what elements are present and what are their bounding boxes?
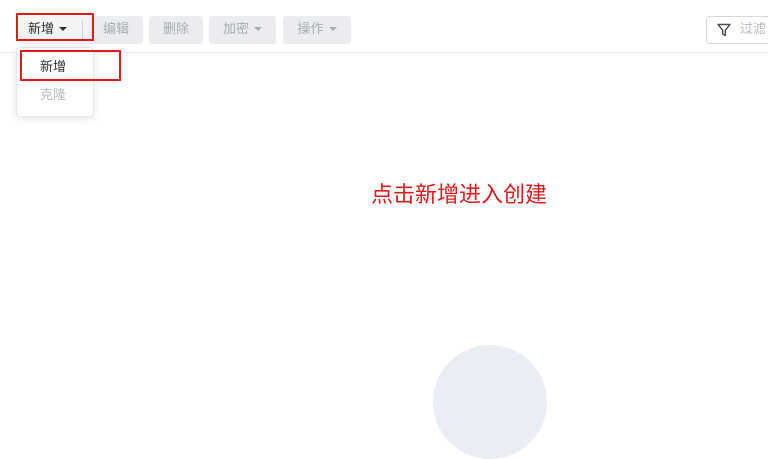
encrypt-button-label: 加密 xyxy=(222,22,249,37)
operate-button-label: 操作 xyxy=(297,22,324,37)
dropdown-item-new[interactable]: 新增 xyxy=(17,57,93,79)
dropdown-item-clone[interactable]: 克隆 xyxy=(17,85,93,107)
edit-button-label: 编辑 xyxy=(102,22,129,37)
caret-down-icon xyxy=(328,26,337,31)
annotation-hint: 点击新增进入创建 xyxy=(371,183,548,208)
new-button-label: 新增 xyxy=(28,22,55,37)
filter-icon xyxy=(717,23,731,37)
encrypt-dropdown-button[interactable]: 加密 xyxy=(209,16,276,44)
button-separator xyxy=(82,21,83,39)
edit-button[interactable]: 编辑 xyxy=(89,16,143,44)
caret-down-icon xyxy=(59,26,68,31)
delete-button[interactable]: 删除 xyxy=(149,16,203,44)
caret-down-icon xyxy=(254,26,262,31)
empty-state-illustration xyxy=(433,345,547,459)
delete-button-label: 删除 xyxy=(162,22,189,37)
filter-input[interactable]: 过滤 xyxy=(706,16,768,44)
filter-placeholder: 过滤 xyxy=(740,22,767,37)
toolbar: 新增 编辑 删除 加密 操作 过滤 xyxy=(0,0,768,53)
new-dropdown-menu: 新增 克隆 xyxy=(16,47,94,117)
new-dropdown-button[interactable]: 新增 xyxy=(18,16,94,44)
new-button-label-wrap: 新增 xyxy=(28,16,68,44)
operate-dropdown-button[interactable]: 操作 xyxy=(283,16,351,44)
